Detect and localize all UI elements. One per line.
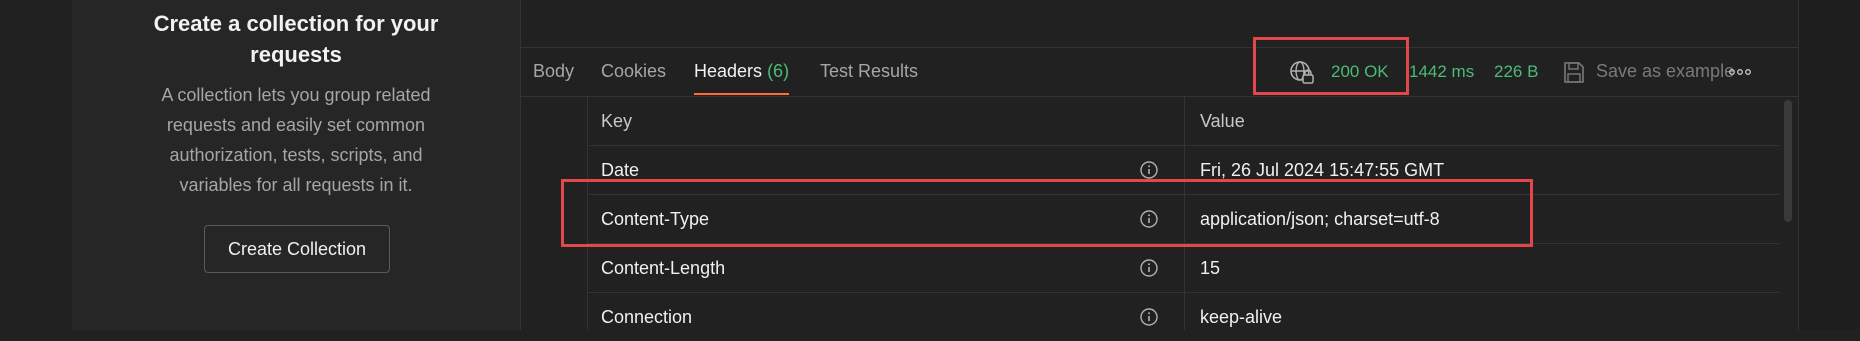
header-key: Content-Length	[601, 258, 726, 278]
tab-headers-label: Headers	[694, 61, 763, 81]
info-icon[interactable]	[1139, 209, 1159, 229]
tab-test-results[interactable]: Test Results	[820, 48, 918, 95]
headers-count-badge: (6)	[767, 61, 790, 81]
header-value: Fri, 26 Jul 2024 15:47:55 GMT	[1200, 160, 1445, 180]
desc-line: authorization, tests, scripts, and	[169, 145, 423, 165]
info-icon[interactable]	[1139, 307, 1159, 327]
info-icon[interactable]	[1139, 258, 1159, 278]
table-row: Connection keep-alive	[587, 293, 1779, 341]
header-value: application/json; charset=utf-8	[1200, 209, 1440, 229]
desc-line: variables for all requests in it.	[179, 175, 413, 195]
empty-state-description: A collection lets you group related requ…	[140, 80, 452, 200]
save-icon[interactable]	[1563, 60, 1585, 84]
status-code[interactable]: 200 OK	[1331, 48, 1389, 95]
save-as-example-button[interactable]: Save as example	[1596, 48, 1734, 95]
tab-cookies[interactable]: Cookies	[601, 48, 666, 95]
empty-state-title: Create a collection for your requests	[72, 8, 520, 70]
scrollbar[interactable]	[1784, 100, 1792, 222]
column-header-value: Value	[1200, 111, 1245, 131]
table-row: Content-Type application/json; charset=u…	[587, 195, 1779, 244]
table-header-row: Key Value	[587, 97, 1779, 146]
tab-body[interactable]: Body	[533, 48, 574, 95]
header-key: Content-Type	[601, 209, 710, 229]
globe-lock-icon[interactable]	[1289, 60, 1315, 86]
title-line: Create a collection for your	[153, 11, 439, 36]
header-key: Date	[601, 160, 640, 180]
collections-sidebar: Create a collection for your requests A …	[72, 0, 521, 330]
desc-line: requests and easily set common	[166, 115, 426, 135]
header-value: keep-alive	[1200, 307, 1283, 327]
header-value: 15	[1200, 258, 1221, 278]
table-row: Content-Length 15	[587, 244, 1779, 293]
request-area-strip	[521, 0, 1798, 48]
right-panel-edge	[1798, 0, 1860, 330]
column-header-key: Key	[601, 111, 633, 131]
left-gutter	[0, 0, 73, 330]
response-panel: Body Cookies Headers (6) Test Results 20…	[521, 0, 1798, 330]
response-time[interactable]: 1442 ms	[1409, 48, 1474, 95]
table-row: Date Fri, 26 Jul 2024 15:47:55 GMT	[587, 146, 1779, 195]
response-size[interactable]: 226 B	[1494, 48, 1538, 95]
info-icon[interactable]	[1139, 160, 1159, 180]
more-icon[interactable]	[1729, 69, 1751, 75]
create-collection-button[interactable]: Create Collection	[204, 225, 390, 273]
header-key: Connection	[601, 307, 693, 327]
title-line: requests	[250, 42, 342, 67]
desc-line: A collection lets you group related	[161, 85, 431, 105]
tab-headers[interactable]: Headers (6)	[694, 48, 790, 95]
